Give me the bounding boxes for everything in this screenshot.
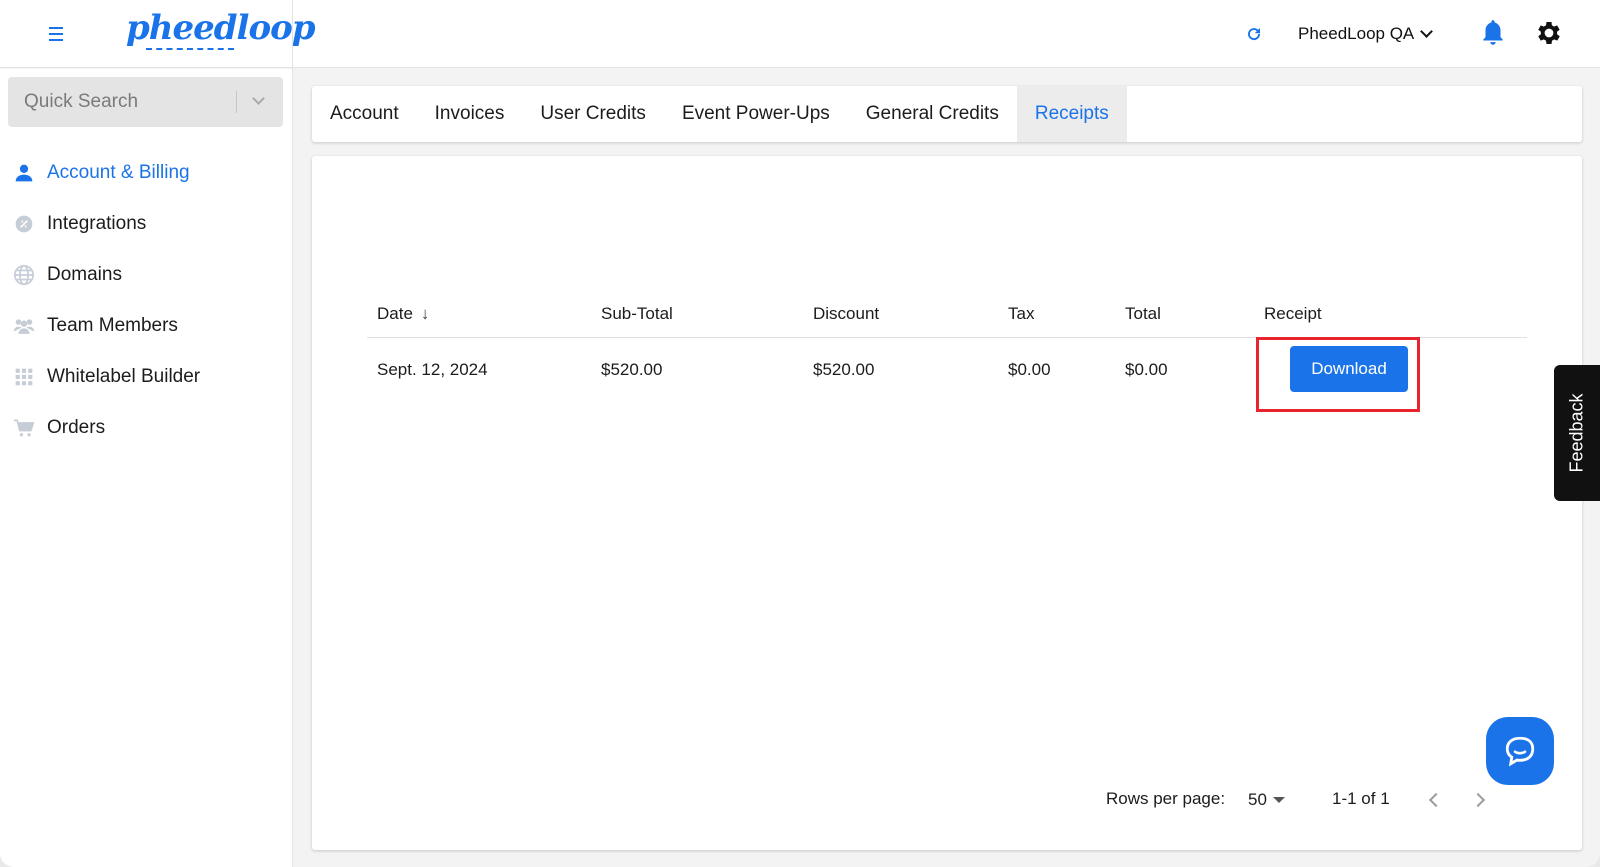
tab-invoices[interactable]: Invoices: [417, 86, 523, 142]
previous-page-button[interactable]: [1420, 786, 1448, 814]
top-bar: pheedloop PheedLoop QA: [0, 0, 1600, 68]
grid-icon: [13, 366, 35, 388]
sidebar-item-whitelabel-builder[interactable]: Whitelabel Builder: [0, 351, 292, 402]
tab-receipts[interactable]: Receipts: [1016, 86, 1127, 142]
receipts-panel: Date ↓ Sub-Total Discount Tax Total Recei…: [312, 156, 1582, 850]
sidebar-item-orders[interactable]: Orders: [0, 402, 292, 453]
account-name: PheedLoop QA: [1298, 24, 1415, 43]
column-header-tax: Tax: [1008, 304, 1035, 323]
cell-subtotal: $520.00: [601, 360, 663, 379]
integrations-icon: [13, 213, 35, 235]
next-page-button[interactable]: [1466, 786, 1494, 814]
cell-tax: $0.00: [1008, 360, 1051, 379]
chevron-left-icon: [1428, 792, 1444, 808]
refresh-icon[interactable]: [1242, 22, 1266, 46]
search-separator: [236, 91, 237, 113]
sidebar-item-label: Integrations: [47, 212, 147, 234]
arrow-down-icon: ↓: [420, 304, 430, 323]
chevron-right-icon: [1470, 792, 1486, 808]
globe-icon: [13, 264, 35, 286]
rows-per-page-label: Rows per page:: [1106, 789, 1226, 808]
column-header-date[interactable]: Date ↓: [377, 304, 429, 324]
chat-bubble-icon: [1505, 736, 1535, 767]
tab-user-credits[interactable]: User Credits: [522, 86, 664, 142]
sidebar-item-label: Team Members: [47, 314, 178, 336]
cell-discount: $520.00: [813, 360, 875, 379]
chevron-down-icon: [1420, 25, 1434, 38]
sidebar-item-team-members[interactable]: Team Members: [0, 300, 292, 351]
chevron-down-icon[interactable]: [252, 92, 265, 105]
column-header-receipt: Receipt: [1264, 304, 1322, 323]
feedback-tab[interactable]: Feedback: [1554, 365, 1600, 501]
tab-event-power-ups[interactable]: Event Power-Ups: [664, 86, 848, 142]
pheedloop-logo[interactable]: pheedloop: [126, 8, 316, 48]
chat-support-button[interactable]: [1486, 717, 1554, 785]
caret-down-icon: [1272, 797, 1285, 803]
feedback-label: Feedback: [1566, 393, 1587, 473]
cell-date: Sept. 12, 2024: [377, 360, 488, 379]
gear-icon[interactable]: [1534, 18, 1564, 48]
column-header-total: Total: [1125, 304, 1161, 323]
account-switcher[interactable]: PheedLoop QA: [1298, 20, 1434, 48]
column-header-subtotal: Sub-Total: [601, 304, 673, 323]
sidebar-item-integrations[interactable]: Integrations: [0, 198, 292, 249]
rows-per-page-select[interactable]: 50: [1248, 787, 1296, 813]
sidebar-nav: Account & Billing Integrations Domains T…: [0, 147, 292, 453]
sidebar-item-domains[interactable]: Domains: [0, 249, 292, 300]
pagination-range: 1-1 of 1: [1332, 789, 1390, 808]
sidebar: Quick Search Account & Billing Integrati…: [0, 69, 292, 867]
download-receipt-button[interactable]: Download: [1290, 346, 1408, 392]
sidebar-item-label: Orders: [47, 416, 106, 438]
sidebar-item-label: Domains: [47, 263, 122, 285]
sidebar-item-label: Account & Billing: [47, 161, 190, 183]
tab-account[interactable]: Account: [312, 86, 417, 142]
team-icon: [13, 315, 35, 337]
person-icon: [13, 162, 35, 184]
sidebar-divider: [292, 0, 293, 867]
rows-per-page-value: 50: [1248, 790, 1267, 809]
cell-total: $0.00: [1125, 360, 1168, 379]
billing-tabs: Account Invoices User Credits Event Powe…: [312, 86, 1582, 142]
sidebar-item-label: Whitelabel Builder: [47, 365, 201, 387]
bell-icon[interactable]: [1480, 18, 1506, 48]
hamburger-menu-icon[interactable]: [44, 22, 68, 46]
column-header-discount: Discount: [813, 304, 880, 323]
app-window: pheedloop PheedLoop QA Quick Search Acco…: [0, 0, 1600, 867]
table-header: Date ↓ Sub-Total Discount Tax Total Recei…: [367, 294, 1527, 338]
cart-icon: [13, 417, 35, 439]
quick-search-input[interactable]: Quick Search: [8, 77, 283, 127]
logo-underline: [146, 48, 234, 50]
tab-general-credits[interactable]: General Credits: [848, 86, 1017, 142]
sidebar-item-account-billing[interactable]: Account & Billing: [0, 147, 292, 198]
search-placeholder: Quick Search: [24, 91, 139, 112]
